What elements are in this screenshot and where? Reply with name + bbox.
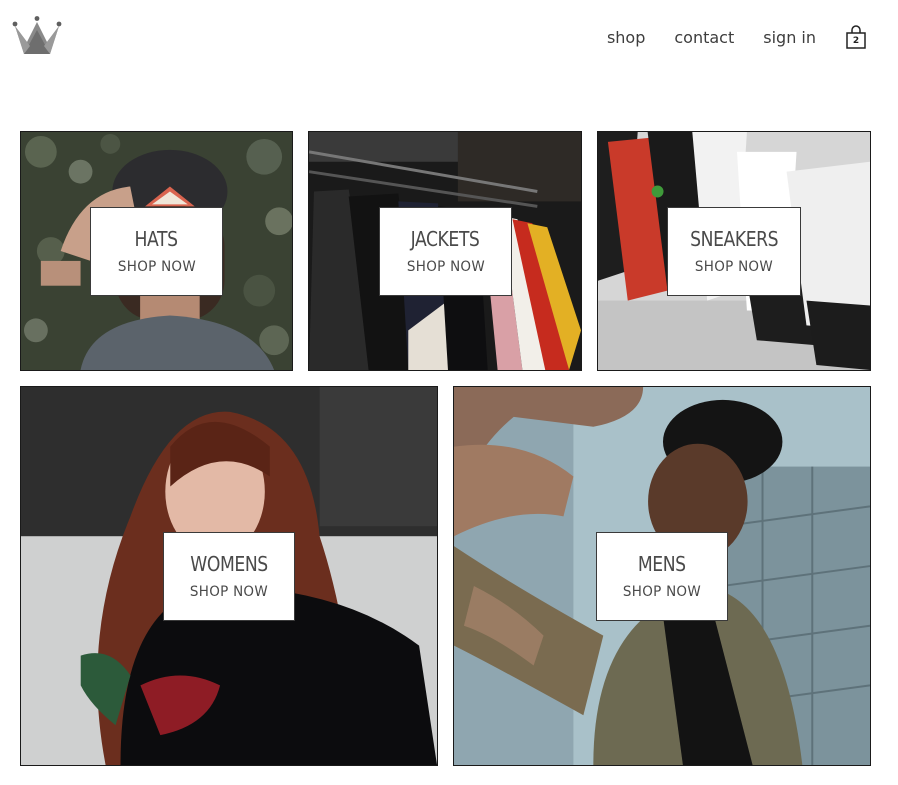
cart-item-count: 2 <box>852 36 860 46</box>
shop-now-label: SHOP NOW <box>117 259 196 275</box>
category-tile-mens[interactable]: MENS SHOP NOW <box>453 386 871 766</box>
category-title: WOMENS <box>190 552 268 576</box>
category-title: MENS <box>638 552 686 576</box>
shop-now-label: SHOP NOW <box>406 259 485 275</box>
category-tile-womens[interactable]: WOMENS SHOP NOW <box>20 386 438 766</box>
category-tile-jackets[interactable]: JACKETS SHOP NOW <box>308 131 582 371</box>
category-tile-hats[interactable]: HATS SHOP NOW <box>20 131 293 371</box>
shop-now-label: SHOP NOW <box>694 259 774 275</box>
shop-now-label: SHOP NOW <box>189 584 269 600</box>
category-card-womens[interactable]: WOMENS SHOP NOW <box>163 532 295 621</box>
crown-logo-icon[interactable] <box>12 16 62 56</box>
nav-sign-in-link[interactable]: sign in <box>763 24 816 52</box>
category-card-mens[interactable]: MENS SHOP NOW <box>596 532 728 621</box>
category-title: SNEAKERS <box>689 227 778 251</box>
category-title: HATS <box>134 227 179 251</box>
nav-shop-link[interactable]: shop <box>607 24 645 52</box>
category-card-hats[interactable]: HATS SHOP NOW <box>90 207 223 296</box>
cart-button[interactable]: 2 <box>844 24 868 52</box>
category-card-sneakers[interactable]: SNEAKERS SHOP NOW <box>667 207 801 296</box>
nav-contact-link[interactable]: contact <box>674 24 734 52</box>
category-title: JACKETS <box>411 227 480 251</box>
shop-now-label: SHOP NOW <box>622 584 702 600</box>
main-nav: shop contact sign in 2 <box>607 24 868 52</box>
category-card-jackets[interactable]: JACKETS SHOP NOW <box>379 207 512 296</box>
category-tile-sneakers[interactable]: SNEAKERS SHOP NOW <box>597 131 871 371</box>
